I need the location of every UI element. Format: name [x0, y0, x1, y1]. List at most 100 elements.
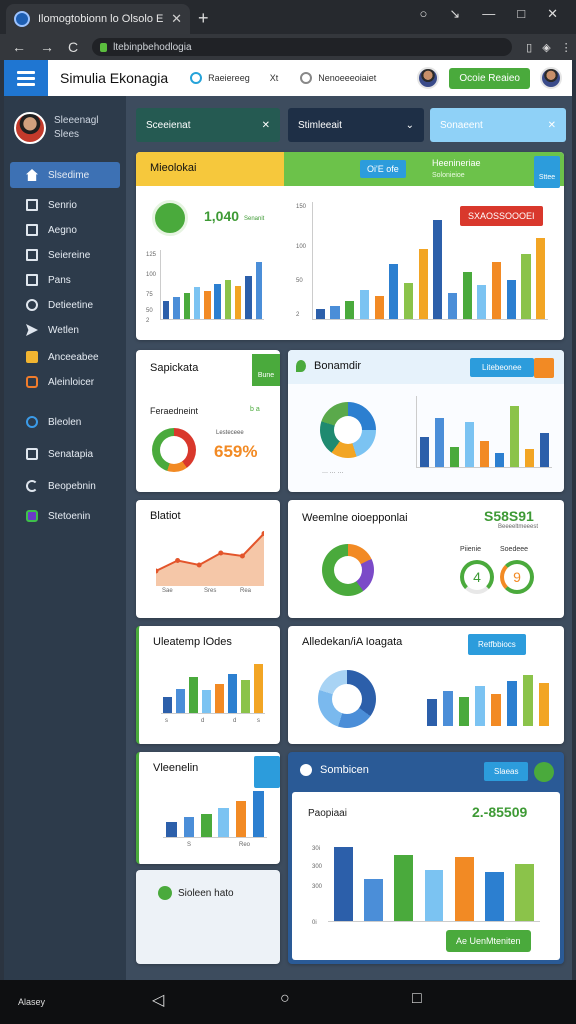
chart-bar — [254, 664, 263, 713]
sidebar-item-2[interactable]: Senrio — [10, 192, 120, 218]
bookmark-icon[interactable]: ▯ — [526, 41, 532, 54]
list-icon — [26, 274, 38, 286]
filter-dropdown-3[interactable]: Sonaeent ✕ — [430, 108, 566, 142]
x-tick: d — [233, 718, 237, 724]
chart-bar — [462, 272, 472, 319]
profile-icon[interactable]: ○ — [419, 6, 427, 22]
filter-icon[interactable] — [534, 358, 554, 378]
sidebar-item-7[interactable]: Wetlen — [10, 317, 120, 343]
sidebar-profile[interactable]: Sleeenagl Slees — [14, 112, 98, 144]
minimize-button[interactable]: — — [482, 6, 495, 22]
card-badge[interactable]: Litebeonee — [470, 358, 534, 377]
back-icon[interactable]: ← — [12, 39, 26, 55]
chart-bar — [524, 448, 535, 467]
clear-icon[interactable]: ✕ — [548, 120, 556, 131]
details-button[interactable]: Ae UenMteniten — [446, 930, 531, 952]
bar-chart-right — [312, 202, 548, 320]
profile-name: Sleeenagl — [54, 115, 99, 126]
profile-text: Sleeenagl Slees — [54, 114, 98, 142]
new-tab-button[interactable]: + — [198, 8, 209, 29]
user-avatar[interactable] — [540, 67, 562, 89]
maximize-button[interactable]: □ — [517, 6, 525, 22]
area-point — [218, 550, 224, 556]
close-window-button[interactable]: ✕ — [547, 6, 558, 22]
card-badge[interactable]: Bune — [252, 354, 280, 386]
header-action-button[interactable]: Ocoie Reaieo — [449, 67, 530, 89]
chart-bar — [218, 807, 230, 837]
chart-bar — [454, 857, 474, 921]
card-title: Mieolokai — [150, 162, 197, 174]
sidebar-item-home[interactable]: Slsedime — [10, 162, 120, 188]
sidebar-item-4[interactable]: Seiereine — [10, 242, 120, 268]
settings-icon — [26, 416, 38, 428]
sidebar-item-13[interactable]: Stetoenin — [10, 503, 120, 529]
chart-bar — [202, 690, 211, 713]
recent-apps-icon[interactable]: □ — [412, 990, 422, 1008]
bars-card: Uleatemp lOdes s d d s — [136, 626, 280, 744]
sidebar-item-12[interactable]: Beopebnin — [10, 473, 120, 499]
filter-label: Stimleeait — [298, 119, 342, 131]
url-field[interactable]: ltebinpbehodlogia — [92, 38, 513, 56]
sidebar-item-label: Stetoenin — [48, 510, 91, 522]
card-title: Alledekan/iA Ioagata — [302, 636, 403, 648]
header-nav-item-2[interactable]: Nenoeeeoiaiet — [300, 72, 376, 84]
menu-icon[interactable]: ⋮ — [561, 41, 572, 54]
chevron-down-icon[interactable]: ⌄ — [406, 120, 414, 131]
card-value: S58S91 — [484, 508, 534, 524]
y-tick: 100 — [296, 244, 307, 250]
reload-icon[interactable]: C — [68, 39, 78, 55]
clear-icon[interactable]: ✕ — [262, 120, 270, 131]
y-tick: 30i — [312, 846, 321, 852]
back-icon[interactable]: ◁ — [152, 990, 164, 1010]
hamburger-menu-icon[interactable] — [4, 60, 48, 96]
header-nav-item-1[interactable]: Raeiereeg Xt — [190, 72, 278, 84]
y-tick: 300 — [312, 884, 323, 890]
small-caption: Lesteceee — [216, 430, 244, 436]
chart-bar — [515, 863, 535, 921]
home-icon[interactable]: ○ — [280, 990, 290, 1008]
chart-bar — [224, 279, 232, 319]
donut-chart — [152, 428, 196, 472]
share-icon[interactable]: ◈ — [542, 41, 550, 54]
sidebar-item-6[interactable]: Detieetine — [10, 292, 120, 318]
browser-tab[interactable]: Ilomogtobionn lo Olsolo Ekonagis ✕ — [6, 4, 190, 34]
chart-bar — [364, 878, 383, 921]
analysis-card: Alledekan/iA Ioagata Retfbbiocs — [288, 626, 564, 744]
chart-bar — [330, 306, 340, 319]
filter-dropdown-2[interactable]: Stimleeait ⌄ — [288, 108, 424, 142]
y-tick: 125 — [146, 252, 157, 258]
sidebar-item-label: Bleolen — [48, 416, 82, 428]
extension-icon[interactable]: ↘ — [449, 6, 460, 22]
area-chart — [156, 531, 264, 586]
chart-bar — [459, 696, 469, 726]
gauge-legend-2: Soedeee — [500, 546, 529, 553]
card-right-title: Heenineriae — [432, 158, 481, 168]
sidebar-item-8[interactable]: Anceeabee — [10, 344, 120, 370]
chat-icon — [26, 448, 38, 460]
card-title: Weemlne oioepponlai — [302, 512, 408, 524]
forward-icon[interactable]: → — [40, 39, 54, 55]
list-icon — [26, 249, 38, 261]
avatar[interactable] — [417, 67, 440, 89]
card-chip[interactable]: Oi'E ofe — [360, 160, 406, 178]
sidebar-item-10[interactable]: Bleolen — [10, 409, 120, 435]
sidebar-item-3[interactable]: Aegno — [10, 217, 120, 243]
card-side-badge[interactable]: Sttee — [534, 156, 560, 188]
y-tick: 75 — [146, 292, 153, 298]
sidebar-item-11[interactable]: Senatapia — [10, 441, 120, 467]
card-badge[interactable]: Slaeas — [484, 762, 529, 781]
filter-dropdown-1[interactable]: Sceeienat ✕ — [136, 108, 280, 142]
chart-bar — [252, 791, 264, 837]
bar-chart — [416, 396, 552, 468]
sidebar-item-9[interactable]: Aleinloicer — [10, 369, 120, 395]
card-title: Sapickata — [150, 362, 199, 374]
percentage-card: Sapickata Bune Feraedneint b a Lesteceee… — [136, 350, 280, 492]
check-icon[interactable] — [534, 762, 554, 782]
card-header-green — [284, 152, 564, 186]
panel-label: Paopiaai — [308, 808, 347, 819]
gauge-1-value: 4 — [473, 569, 481, 585]
sidebar-item-label: Senrio — [48, 199, 77, 211]
sidebar-item-5[interactable]: Pans — [10, 267, 120, 293]
close-tab-icon[interactable]: ✕ — [171, 11, 182, 27]
card-badge[interactable]: Retfbbiocs — [468, 634, 526, 655]
